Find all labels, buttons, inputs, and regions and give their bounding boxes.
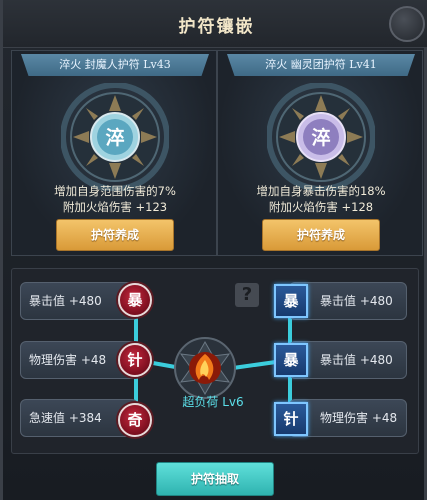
- amulet-train-button[interactable]: 护符养成: [56, 219, 174, 251]
- help-icon[interactable]: ?: [235, 283, 259, 307]
- amulet-name: 淬火 封魔人护符 Lv43: [21, 54, 209, 76]
- amulet-name: 淬火 幽灵团护符 Lv41: [227, 54, 415, 76]
- rune-slot-right-1[interactable]: 暴: [274, 284, 308, 318]
- amulet-emblem-icon[interactable]: 淬: [267, 83, 375, 191]
- amulet-glyph: 淬: [311, 126, 330, 149]
- amulet-train-button[interactable]: 护符养成: [262, 219, 380, 251]
- amulet-glyph: 淬: [105, 126, 124, 149]
- amulet-effect-line-1: 增加自身范围伤害的7%: [54, 184, 176, 198]
- title-bar: 护符镶嵌: [3, 0, 427, 48]
- core-label: 超负荷 Lv6: [182, 395, 244, 409]
- window-title: 护符镶嵌: [178, 17, 255, 37]
- close-button[interactable]: [389, 6, 425, 42]
- amulet-card-right: 淬火 幽灵团护符 Lv41 淬 增加自身暴击伤害的18% 附加火焰伤害 +128…: [217, 50, 423, 256]
- amulet-effect-line-2: 附加火焰伤害 +123: [62, 200, 168, 214]
- rune-slot-left-2[interactable]: 针: [118, 343, 152, 377]
- amulet-card-left: 淬火 封魔人护符 Lv43 淬 增加自身范围伤害的7% 附加火焰伤害 +123 …: [11, 50, 217, 256]
- amulet-inlay-window: 护符镶嵌 淬火 封魔人护符 Lv43 淬 增加自身范围伤害的7% 附加火焰伤害 …: [0, 0, 427, 500]
- overload-core-icon[interactable]: [173, 336, 237, 400]
- rune-slot-right-2[interactable]: 暴: [274, 343, 308, 377]
- rune-slot-left-1[interactable]: 暴: [118, 283, 152, 317]
- amulet-emblem-icon[interactable]: 淬: [61, 83, 169, 191]
- rune-slot-left-3[interactable]: 奇: [118, 403, 152, 437]
- amulet-effect-line-1: 增加自身暴击伤害的18%: [256, 184, 386, 198]
- rune-slot-right-3[interactable]: 针: [274, 402, 308, 436]
- amulet-effect-line-2: 附加火焰伤害 +128: [268, 200, 374, 214]
- amulet-draw-button[interactable]: 护符抽取: [156, 462, 274, 496]
